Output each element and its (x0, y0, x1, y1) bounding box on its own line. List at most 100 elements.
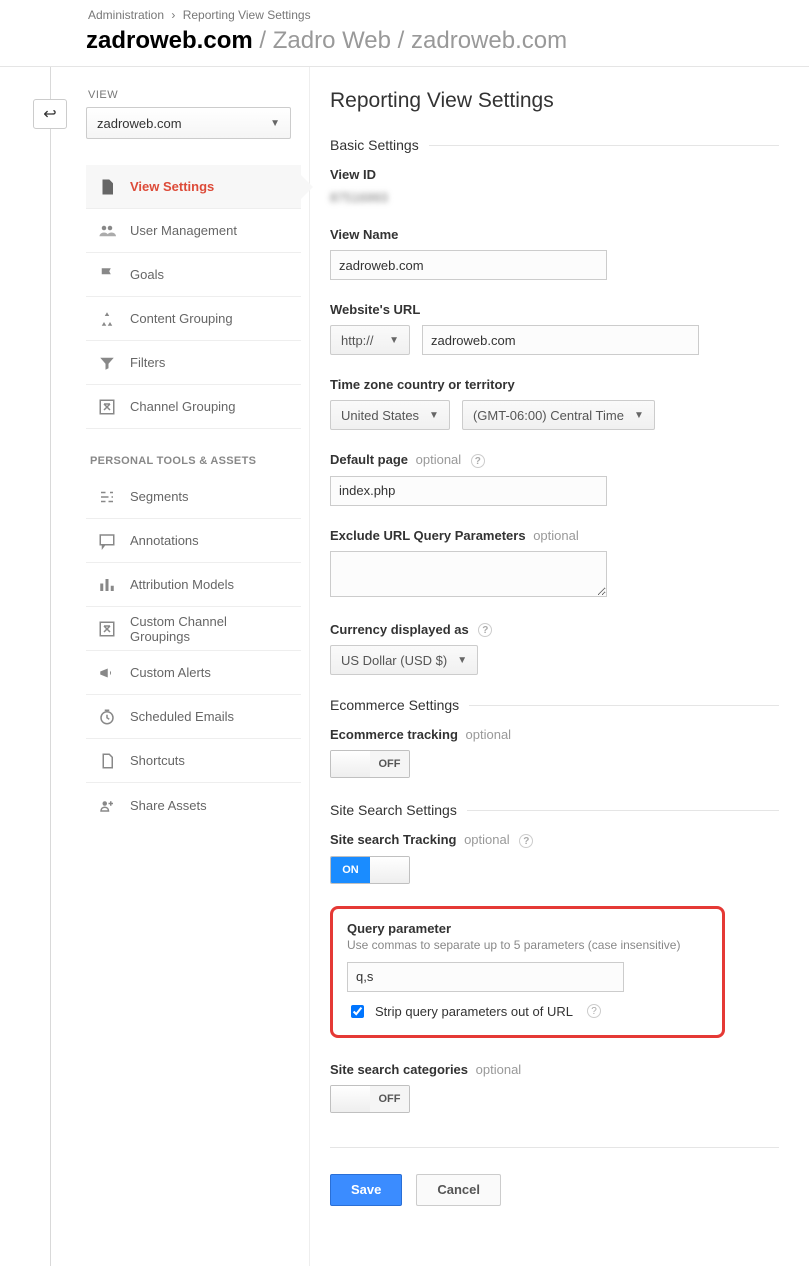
query-parameter-highlight-box: Query parameter Use commas to separate u… (330, 906, 725, 1038)
help-icon[interactable]: ? (478, 623, 492, 637)
cancel-button[interactable]: Cancel (416, 1174, 501, 1206)
sidebar-item-label: Content Grouping (130, 311, 233, 326)
field-currency: Currency displayed as ? US Dollar (USD $… (330, 622, 779, 676)
toggle-on-label: ON (331, 857, 370, 883)
website-url-input[interactable] (422, 325, 699, 355)
segments-icon (98, 488, 116, 506)
currency-dropdown[interactable]: US Dollar (USD $) ▼ (330, 645, 478, 675)
nav-admin: View Settings User Management Goals Cont… (86, 165, 301, 429)
strip-query-params-label: Strip query parameters out of URL (375, 1004, 573, 1019)
sidebar-item-view-settings[interactable]: View Settings (86, 165, 301, 209)
header-domain: zadroweb.com (86, 27, 253, 54)
help-icon[interactable]: ? (587, 1004, 601, 1018)
form-actions: Save Cancel (330, 1174, 779, 1206)
optional-label: optional (476, 1062, 522, 1077)
sidebar-item-segments[interactable]: Segments (86, 475, 301, 519)
field-view-id: View ID 87516993 (330, 167, 779, 205)
flag-icon (98, 266, 116, 284)
section-site-search-settings: Site Search Settings (330, 802, 779, 818)
sidebar-item-label: Goals (130, 267, 164, 282)
sidebar-item-scheduled-emails[interactable]: Scheduled Emails (86, 695, 301, 739)
strip-query-params-checkbox[interactable] (351, 1005, 364, 1018)
view-label: VIEW (88, 89, 301, 101)
section-label: Ecommerce Settings (330, 697, 469, 713)
sidebar-item-channel-grouping[interactable]: Channel Grouping (86, 385, 301, 429)
breadcrumb-current: Reporting View Settings (183, 8, 311, 22)
site-search-tracking-label: Site search Tracking optional ? (330, 832, 779, 848)
optional-label: optional (464, 832, 510, 847)
sidebar-item-attribution-models[interactable]: Attribution Models (86, 563, 301, 607)
sidebar-item-label: Custom Channel Groupings (130, 614, 289, 644)
sidebar-item-label: Annotations (130, 533, 199, 548)
ecommerce-tracking-label: Ecommerce tracking optional (330, 727, 779, 742)
section-basic-settings: Basic Settings (330, 137, 779, 153)
caret-down-icon: ▼ (457, 655, 467, 666)
main-content: Reporting View Settings Basic Settings V… (310, 67, 809, 1266)
view-selector[interactable]: zadroweb.com ▼ (86, 107, 291, 139)
sidebar-item-label: Shortcuts (130, 753, 185, 768)
help-icon[interactable]: ? (471, 454, 485, 468)
site-search-tracking-toggle[interactable]: ON (330, 856, 410, 884)
sidebar-item-custom-channel-groupings[interactable]: Custom Channel Groupings (86, 607, 301, 651)
site-search-categories-toggle[interactable]: OFF (330, 1085, 410, 1113)
nav-tools: Segments Annotations Attribution Models … (86, 475, 301, 827)
timezone-country-dropdown[interactable]: United States ▼ (330, 400, 450, 430)
page-title: Reporting View Settings (330, 89, 779, 113)
tools-section-label: PERSONAL TOOLS & ASSETS (90, 455, 301, 467)
clock-icon (98, 708, 116, 726)
exclude-params-textarea[interactable] (330, 551, 607, 597)
filter-icon (98, 354, 116, 372)
timezone-zone-dropdown[interactable]: (GMT-06:00) Central Time ▼ (462, 400, 655, 430)
sidebar-item-label: Scheduled Emails (130, 709, 234, 724)
url-protocol-value: http:// (341, 333, 374, 348)
url-protocol-dropdown[interactable]: http:// ▼ (330, 325, 410, 355)
optional-label: optional (533, 528, 579, 543)
sidebar-item-content-grouping[interactable]: Content Grouping (86, 297, 301, 341)
field-ecommerce-tracking: Ecommerce tracking optional OFF (330, 727, 779, 780)
website-url-label: Website's URL (330, 302, 779, 317)
view-id-value: 87516993 (330, 190, 779, 205)
site-search-categories-label: Site search categories optional (330, 1062, 779, 1077)
sidebar-item-label: User Management (130, 223, 237, 238)
view-selector-value: zadroweb.com (97, 116, 182, 131)
megaphone-icon (98, 664, 116, 682)
sidebar-item-shortcuts[interactable]: Shortcuts (86, 739, 301, 783)
toggle-off-label: OFF (370, 1086, 409, 1112)
help-icon[interactable]: ? (519, 834, 533, 848)
sidebar-item-user-management[interactable]: User Management (86, 209, 301, 253)
site-search-categories-label-text: Site search categories (330, 1062, 468, 1077)
users-icon (98, 222, 116, 240)
default-page-label: Default page optional ? (330, 452, 779, 468)
caret-down-icon: ▼ (270, 118, 280, 129)
sidebar-item-custom-alerts[interactable]: Custom Alerts (86, 651, 301, 695)
view-name-input[interactable] (330, 250, 607, 280)
currency-value: US Dollar (USD $) (341, 653, 447, 668)
sidebar-item-label: Channel Grouping (130, 399, 236, 414)
sidebar-item-filters[interactable]: Filters (86, 341, 301, 385)
ecommerce-tracking-toggle[interactable]: OFF (330, 750, 410, 778)
view-name-label: View Name (330, 227, 779, 242)
ecommerce-tracking-label-text: Ecommerce tracking (330, 727, 458, 742)
field-timezone: Time zone country or territory United St… (330, 377, 779, 430)
page-icon (98, 752, 116, 770)
sidebar-item-share-assets[interactable]: Share Assets (86, 783, 301, 827)
breadcrumb-admin[interactable]: Administration (88, 8, 164, 22)
sidebar-item-goals[interactable]: Goals (86, 253, 301, 297)
caret-down-icon: ▼ (634, 410, 644, 421)
default-page-label-text: Default page (330, 452, 408, 467)
back-button[interactable]: ↩ (33, 99, 67, 129)
channel-icon (98, 398, 116, 416)
section-label: Site Search Settings (330, 802, 467, 818)
site-search-tracking-label-text: Site search Tracking (330, 832, 456, 847)
sidebar-item-annotations[interactable]: Annotations (86, 519, 301, 563)
save-button[interactable]: Save (330, 1174, 402, 1206)
default-page-input[interactable] (330, 476, 607, 506)
sidebar-item-label: Segments (130, 489, 189, 504)
caret-down-icon: ▼ (429, 410, 439, 421)
query-parameter-input[interactable] (347, 962, 624, 992)
channel-icon (98, 620, 116, 638)
exclude-params-label: Exclude URL Query Parameters optional (330, 528, 779, 543)
header-sep-2: / (398, 27, 411, 54)
breadcrumb-separator: › (171, 8, 175, 22)
vertical-divider (50, 67, 51, 1266)
